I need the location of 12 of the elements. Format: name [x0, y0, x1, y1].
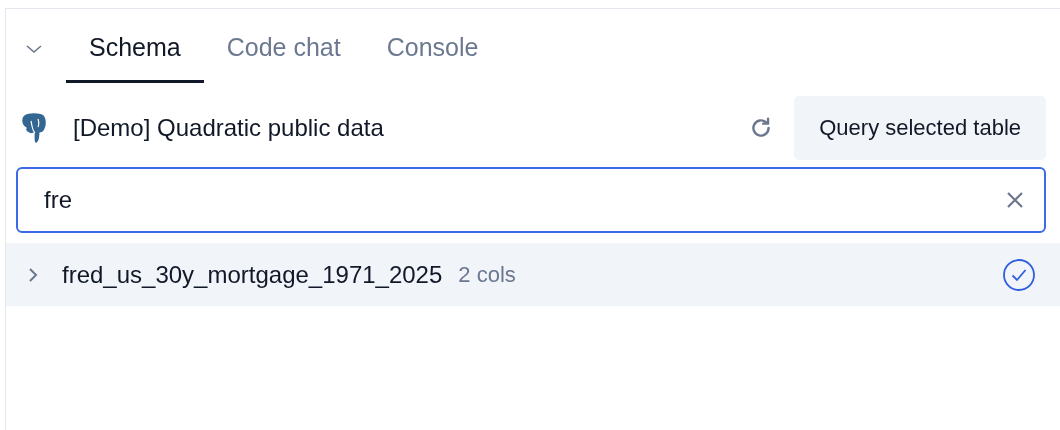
- query-selected-table-button[interactable]: Query selected table: [794, 96, 1046, 160]
- chevron-down-icon[interactable]: [24, 43, 44, 55]
- connection-name: [Demo] Quadratic public data: [73, 114, 384, 142]
- tab[interactable]: Code chat: [203, 33, 364, 83]
- chevron-right-icon[interactable]: [26, 265, 40, 284]
- tab[interactable]: Schema: [66, 33, 204, 83]
- check-circle-icon: [1002, 257, 1036, 292]
- tab[interactable]: Console: [363, 33, 502, 83]
- table-name: fred_us_30y_mortgage_1971_2025: [62, 260, 443, 289]
- search-field[interactable]: fre: [16, 167, 1046, 233]
- column-count: 2 cols: [458, 261, 516, 288]
- table-list-item[interactable]: fred_us_30y_mortgage_1971_2025 2 cols: [6, 243, 1060, 306]
